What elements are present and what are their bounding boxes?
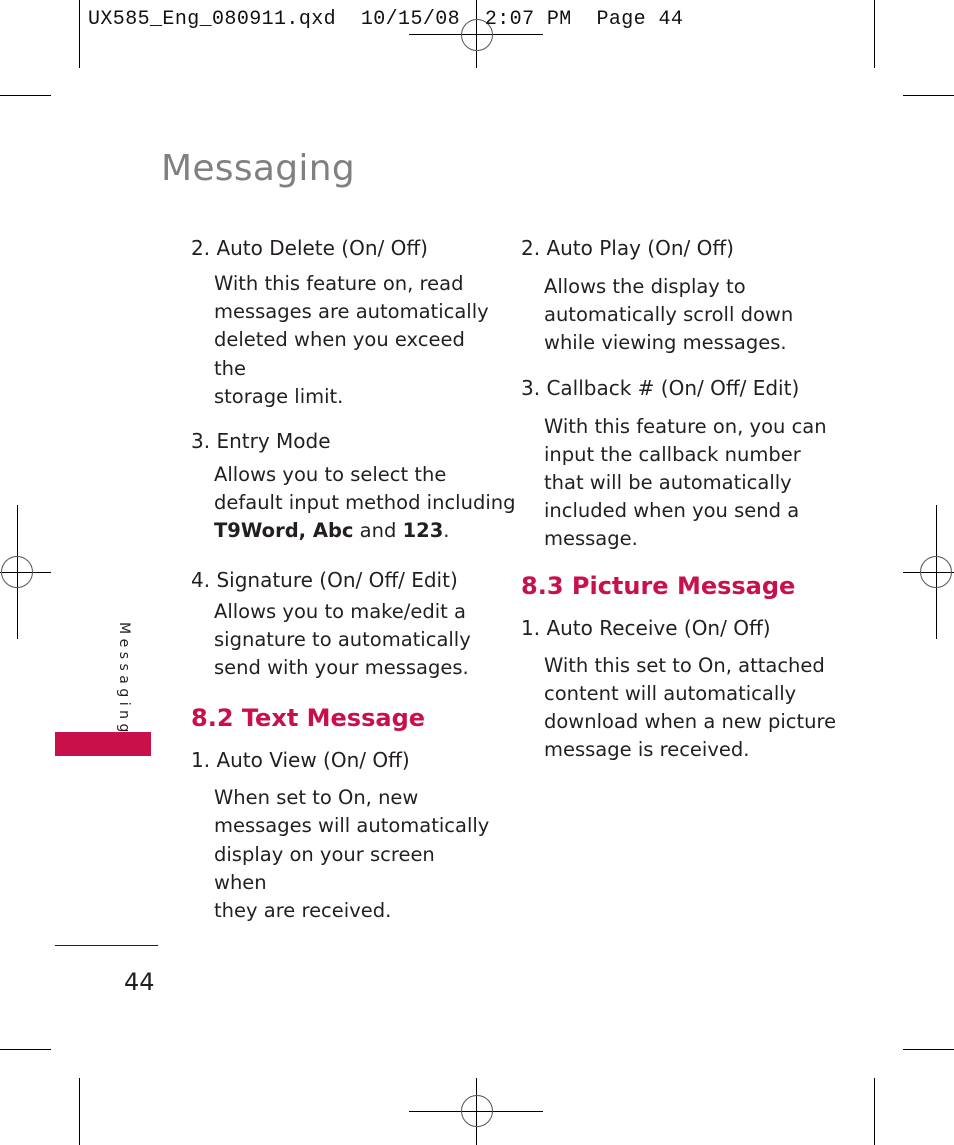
print-slug: UX585_Eng_080911.qxd 10/15/08 2:07 PM Pa… [88,8,684,31]
menu-item-auto-view: 1. Auto View (On/ Off) When set to On, n… [191,746,491,925]
item-heading: 4. Signature (On/ Off/ Edit) [191,567,458,592]
item-heading: 1. Auto View (On/ Off) [191,748,410,773]
item-body-line: With this feature on, read [214,272,464,295]
item-body-line: Allows you to make/edit a [214,599,466,623]
registration-mark-circle [920,556,952,588]
crop-mark [0,95,51,96]
item-body-line: send with your messages. [214,656,469,680]
connector-text: and [353,519,403,543]
section-title: 8.3 Picture Message [521,571,796,600]
crop-mark [903,1049,954,1050]
menu-item-signature: 4. Signature (On/ Off/ Edit) Allows you … [191,566,491,683]
item-body-line: they are received. [214,899,392,923]
section-picture-message: 8.3 Picture Message 1. Auto Receive (On/… [521,570,837,765]
item-body-line: Allows the display to [544,275,746,298]
menu-item-callback: 3. Callback # (On/ Off/ Edit) With this … [521,374,827,554]
item-body-line: With this set to On, attached [544,653,825,677]
page-title: Messaging [161,148,356,189]
page-number: 44 [124,968,155,996]
item-body-line: With this feature on, you can [544,414,827,438]
item-body-line: storage limit. [214,384,344,408]
item-body-line: T9Word, Abc and 123. [214,517,491,545]
item-heading: 2. Auto Delete (On/ Off) [191,236,428,260]
item-body-line: while viewing messages. [544,331,787,355]
menu-item-auto-receive: 1. Auto Receive (On/ Off) With this set … [521,614,837,765]
crop-mark [874,1078,875,1145]
item-body-line: message is received. [544,738,750,762]
item-body-line: input the callback number [544,442,801,466]
crop-mark [874,0,875,68]
crop-mark [79,1078,80,1145]
left-column: 2. Auto Delete (On/ Off) With this featu… [191,234,516,925]
item-heading: 2. Auto Play (On/ Off) [521,236,734,260]
crop-mark [903,95,954,96]
item-body-line: default input method including [214,491,516,515]
item-body-line: deleted when you exceed the [214,328,465,380]
item-body-line: messages are automatically [214,300,489,324]
footer-rule [55,945,158,946]
item-body-line: Allows you to select the [214,463,447,487]
item-body-line: automatically scroll down [544,303,794,327]
item-body-line: that will be automatically [544,471,792,495]
input-modes-text: T9Word, Abc [214,519,354,543]
input-mode-numeric: 123 [402,519,444,543]
item-body-line: message. [544,527,638,551]
side-tab-label: Messaging [116,622,132,737]
item-body-line: signature to automatically [214,627,471,651]
menu-item-auto-play: 2. Auto Play (On/ Off) Allows the displa… [521,234,821,358]
item-body-line: When set to On, new [214,786,419,810]
period: . [443,519,450,543]
section-title: 8.2 Text Message [191,704,426,733]
menu-item-entry-mode: 3. Entry Mode Allows you to select the d… [191,427,516,546]
side-tab-marker [55,732,151,756]
item-heading: 1. Auto Receive (On/ Off) [521,615,771,640]
item-body-line: included when you send a [544,499,800,523]
registration-mark-circle [1,556,33,588]
right-column: 2. Auto Play (On/ Off) Allows the displa… [521,234,837,765]
menu-item-auto-delete: 2. Auto Delete (On/ Off) With this featu… [191,234,491,411]
crop-mark [79,0,80,68]
crop-mark [0,1049,51,1050]
item-body-line: display on your screen when [214,842,435,894]
item-body-line: download when a new picture [544,710,837,734]
item-heading: 3. Callback # (On/ Off/ Edit) [521,375,800,400]
section-text-message: 8.2 Text Message 1. Auto View (On/ Off) … [191,702,491,925]
item-body-line: content will automatically [544,681,797,705]
item-heading: 3. Entry Mode [191,429,331,454]
registration-mark-circle [461,1095,493,1127]
item-body-line: messages will automatically [214,814,490,838]
